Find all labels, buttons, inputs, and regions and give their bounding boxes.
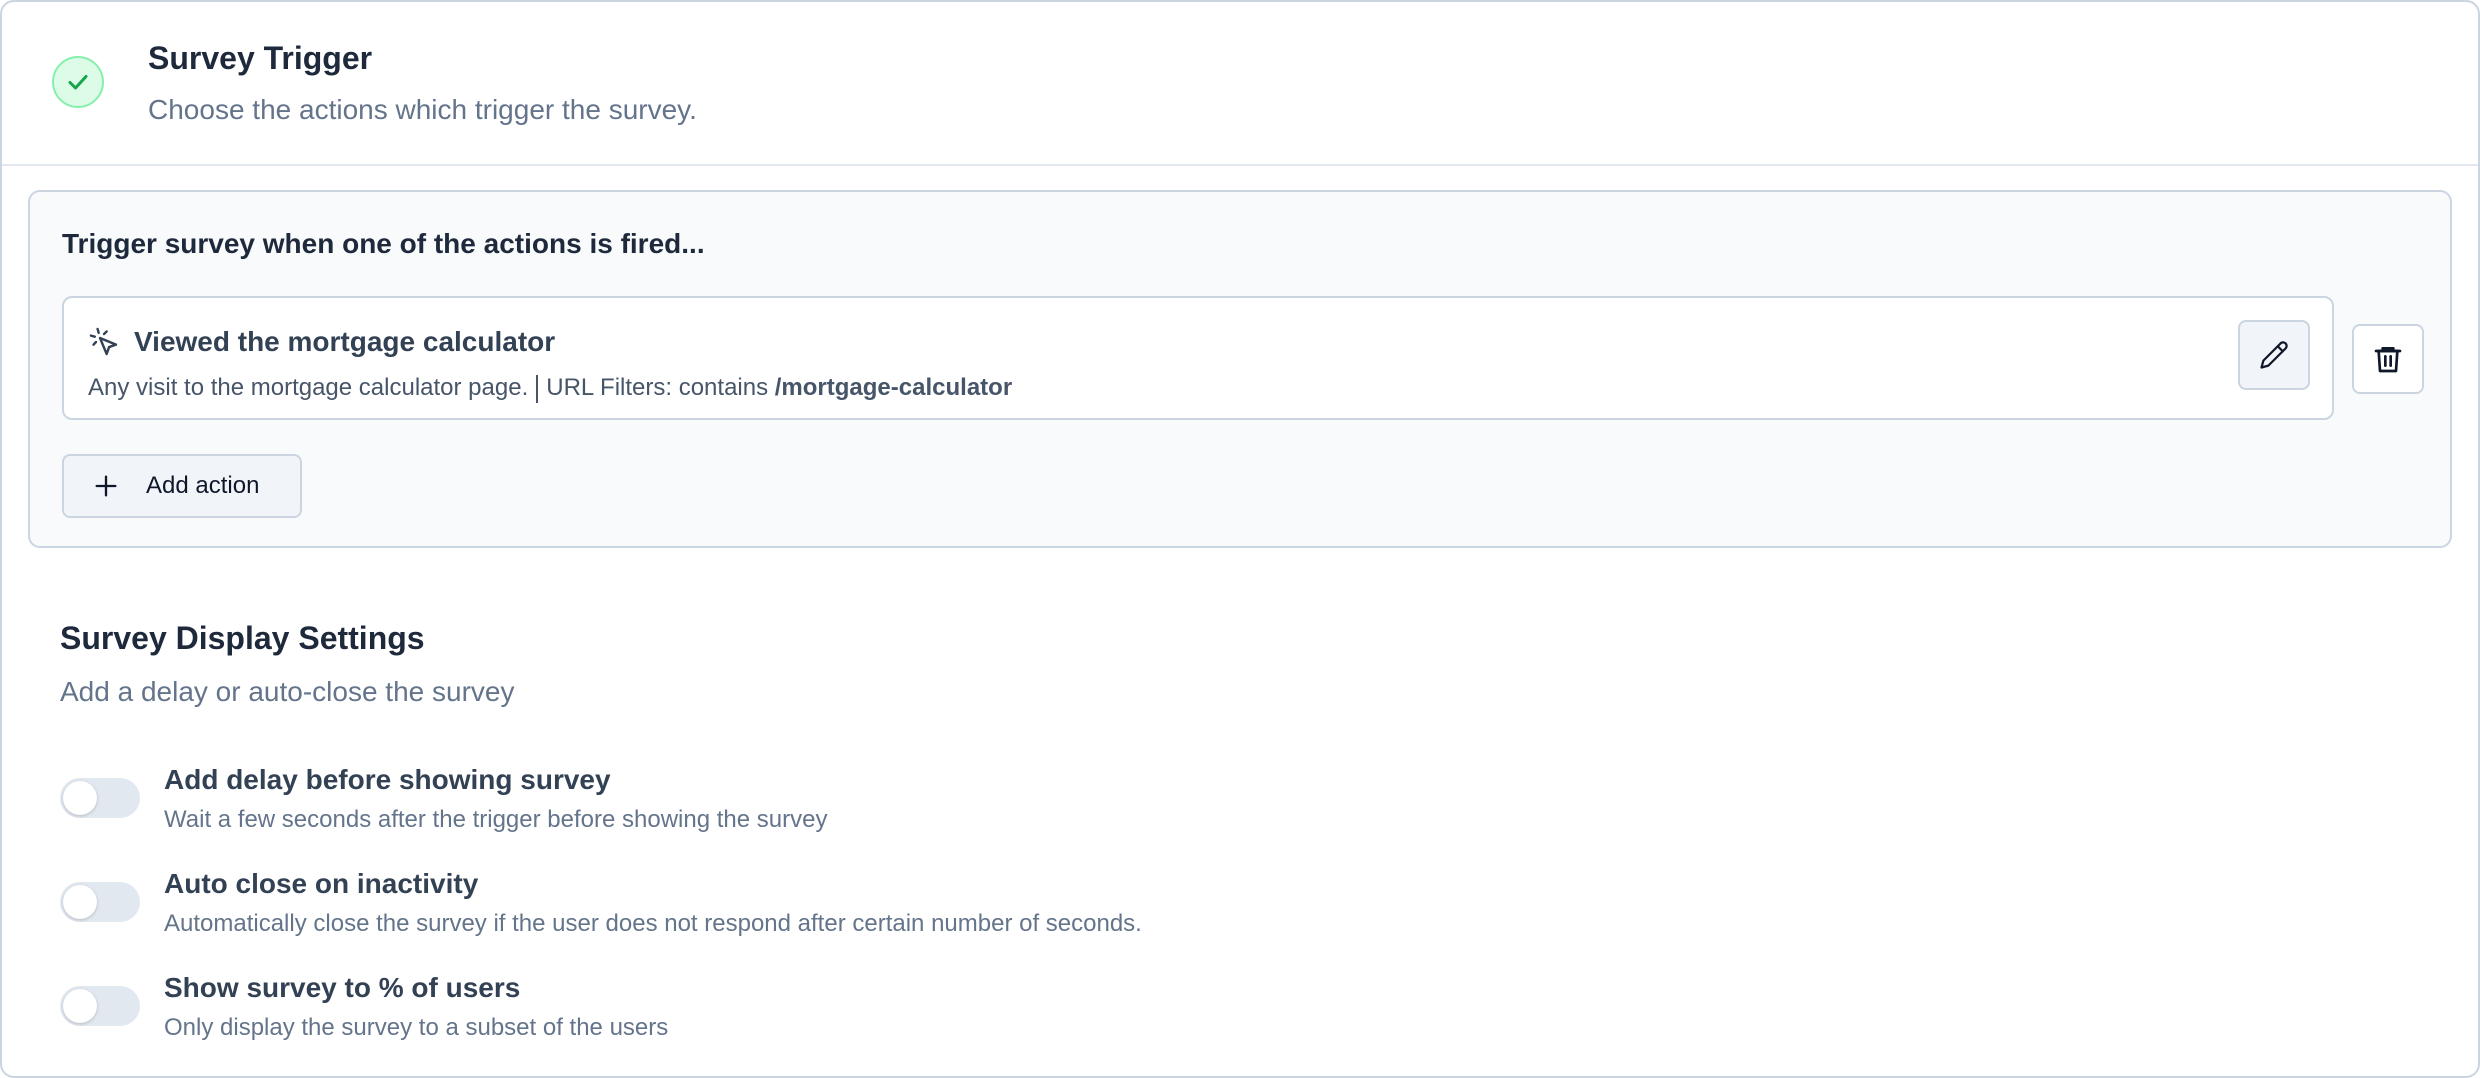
separator bbox=[536, 374, 539, 403]
auto-close-toggle[interactable] bbox=[60, 882, 140, 922]
url-filter-value: /mortgage-calculator bbox=[774, 374, 1013, 401]
edit-action-button[interactable] bbox=[2238, 320, 2310, 390]
cursor-click-icon bbox=[88, 326, 120, 358]
percent-users-toggle[interactable] bbox=[60, 986, 140, 1026]
add-action-label: Add action bbox=[146, 472, 260, 499]
url-filter-prefix: URL Filters: contains bbox=[546, 374, 775, 401]
setting-auto-close: Auto close on inactivity Automatically c… bbox=[60, 868, 1360, 948]
toggle-knob bbox=[63, 885, 97, 919]
trash-icon bbox=[2374, 347, 2402, 373]
setting-description: Automatically close the survey if the us… bbox=[164, 910, 1142, 937]
display-settings-subtitle: Add a delay or auto-close the survey bbox=[60, 676, 515, 707]
action-description-text: Any visit to the mortgage calculator pag… bbox=[88, 374, 529, 401]
setting-description: Only display the survey to a subset of t… bbox=[164, 1014, 669, 1041]
setting-description: Wait a few seconds after the trigger bef… bbox=[164, 806, 828, 833]
action-description: Any visit to the mortgage calculator pag… bbox=[88, 374, 1012, 403]
setting-label: Add delay before showing survey bbox=[164, 764, 611, 795]
survey-trigger-header[interactable]: Survey Trigger Choose the actions which … bbox=[2, 2, 2478, 166]
section-subtitle: Choose the actions which trigger the sur… bbox=[148, 94, 697, 125]
setting-percent-users: Show survey to % of users Only display t… bbox=[60, 972, 1360, 1052]
setting-delay: Add delay before showing survey Wait a f… bbox=[60, 764, 1360, 844]
plus-icon bbox=[95, 475, 117, 497]
pencil-icon bbox=[2260, 341, 2288, 369]
actions-panel-title: Trigger survey when one of the actions i… bbox=[62, 228, 705, 259]
toggle-knob bbox=[63, 989, 97, 1023]
action-item: Viewed the mortgage calculator Any visit… bbox=[62, 296, 2334, 420]
actions-panel: Trigger survey when one of the actions i… bbox=[28, 190, 2452, 548]
delete-action-button[interactable] bbox=[2352, 324, 2424, 394]
action-name: Viewed the mortgage calculator bbox=[134, 326, 556, 357]
toggle-knob bbox=[63, 781, 97, 815]
display-settings-title: Survey Display Settings bbox=[60, 620, 425, 656]
section-title: Survey Trigger bbox=[148, 40, 373, 76]
check-icon bbox=[52, 56, 104, 108]
survey-settings-card: Survey Trigger Choose the actions which … bbox=[0, 0, 2480, 1078]
add-action-button[interactable]: Add action bbox=[62, 454, 302, 518]
delay-toggle[interactable] bbox=[60, 778, 140, 818]
setting-label: Show survey to % of users bbox=[164, 972, 521, 1003]
setting-label: Auto close on inactivity bbox=[164, 868, 479, 899]
